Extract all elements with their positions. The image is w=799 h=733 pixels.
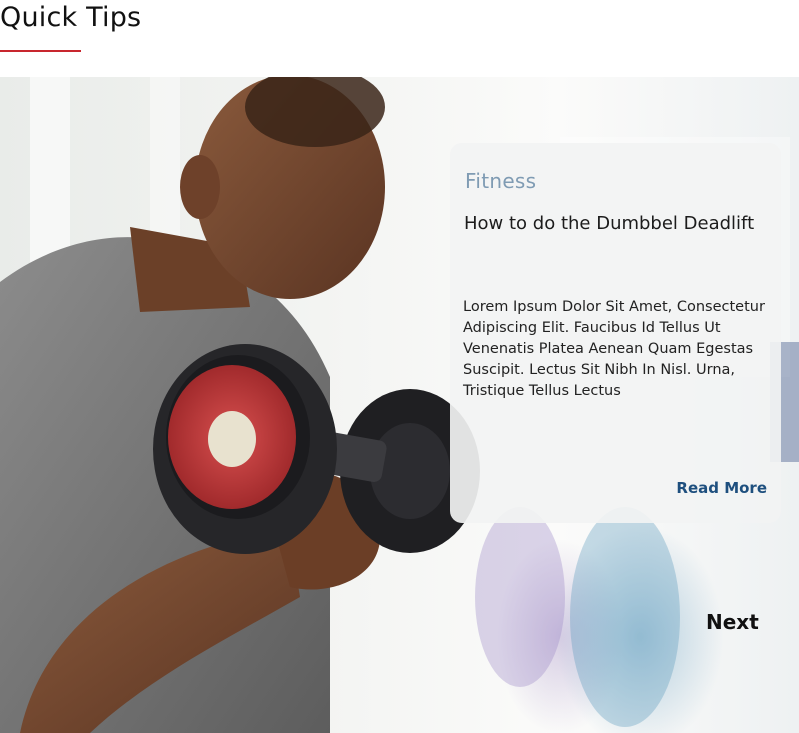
card-title: How to do the Dumbbel Deadlift <box>464 213 755 234</box>
tip-card: Fitness How to do the Dumbbel Deadlift L… <box>450 143 781 523</box>
next-button[interactable]: Next <box>706 610 759 634</box>
section-title: Quick Tips <box>0 2 142 33</box>
card-body: Lorem Ipsum Dolor Sit Amet, Consectetur … <box>463 299 765 399</box>
quick-tips-section: Quick Tips Fitness How to do the Dumbbel… <box>0 0 799 733</box>
read-more-link[interactable]: Read More <box>676 479 767 497</box>
hero-image: Fitness How to do the Dumbbel Deadlift L… <box>0 77 799 733</box>
card-category: Fitness <box>465 169 537 193</box>
title-underline <box>0 50 81 52</box>
